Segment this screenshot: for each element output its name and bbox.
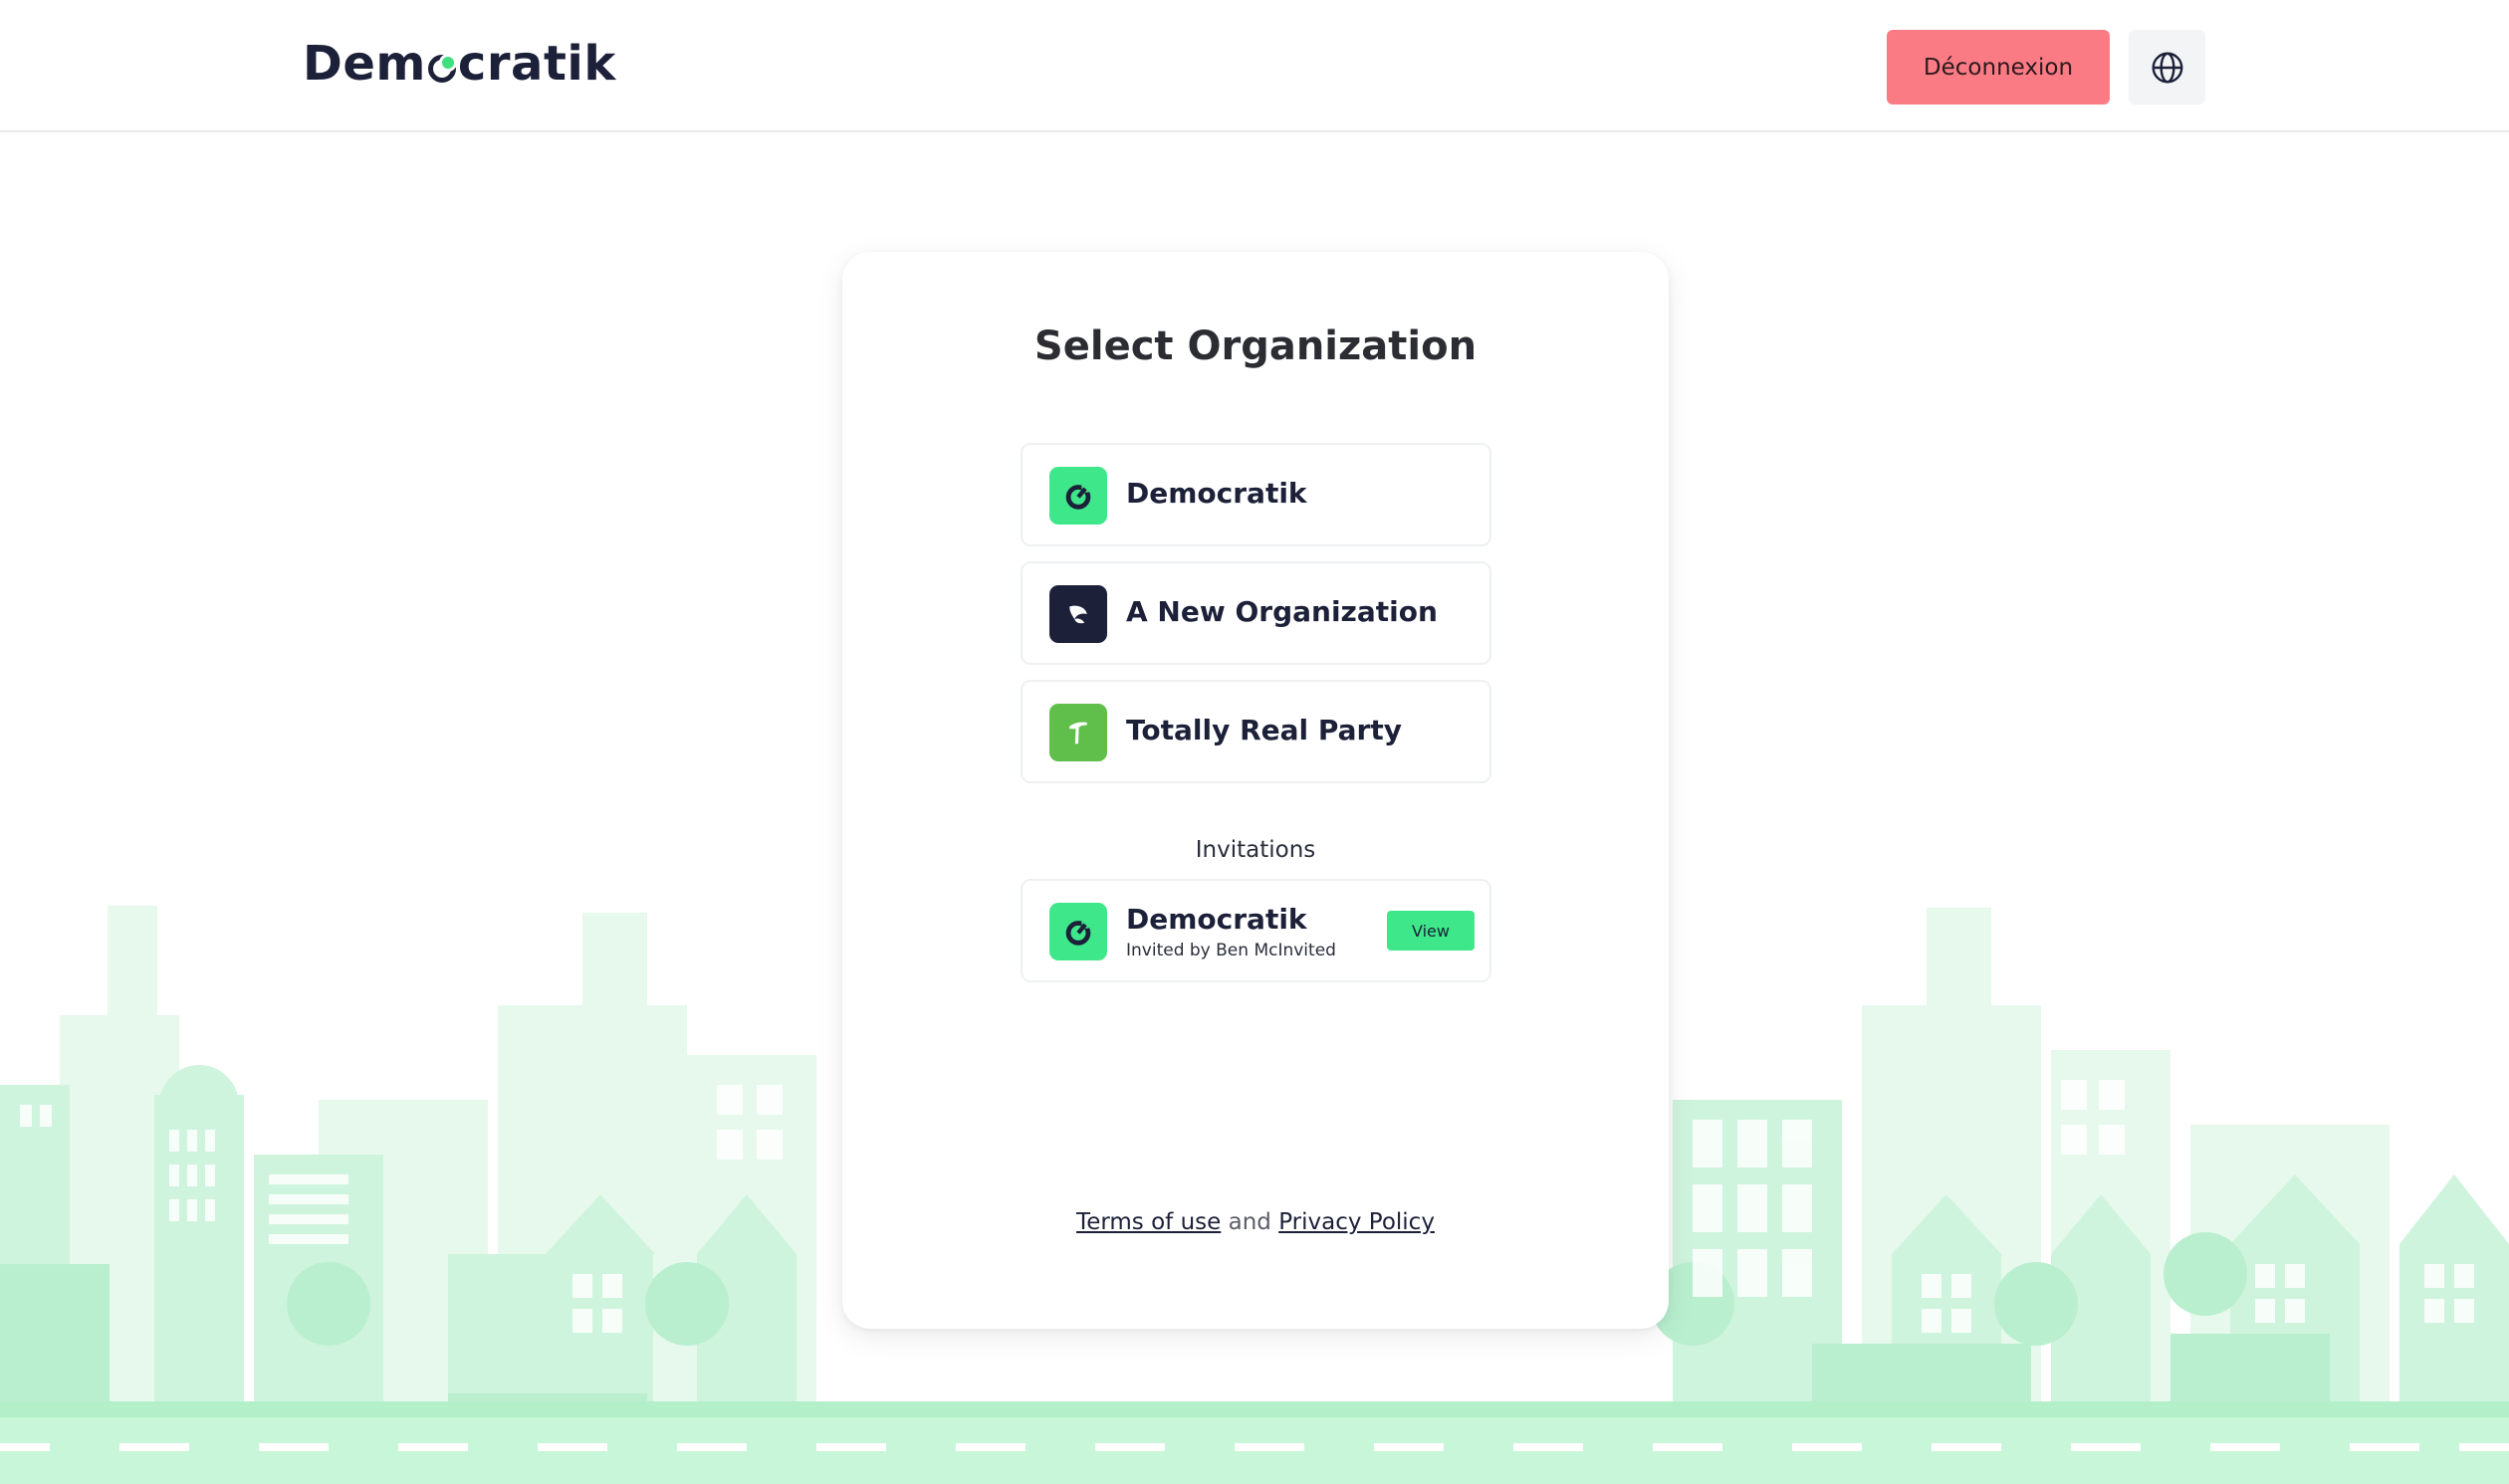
invitations-heading: Invitations [1195,837,1316,863]
democratik-logo-icon [1049,903,1107,960]
select-organization-card: Select Organization Democratik A New Org… [842,252,1669,1329]
legal-links: Terms of use and Privacy Policy [842,1209,1669,1235]
democratik-logo-icon [1049,467,1107,525]
logout-button[interactable]: Déconnexion [1887,30,2110,105]
privacy-policy-link[interactable]: Privacy Policy [1278,1209,1435,1235]
logo-o-mark [427,54,457,83]
org-item-totally-real-party[interactable]: Totally Real Party [1021,680,1491,783]
org-name: Totally Real Party [1126,714,1402,746]
invitation-org-name: Democratik [1126,903,1307,936]
terms-of-use-link[interactable]: Terms of use [1076,1209,1221,1235]
org-name: Democratik [1126,477,1307,510]
language-button[interactable] [2129,30,2205,105]
view-invitation-button[interactable]: View [1387,911,1475,951]
invitation-item-democratik: Democratik Invited by Ben McInvited View [1021,879,1491,982]
globe-icon [2152,52,2182,83]
org-item-democratik[interactable]: Democratik [1021,443,1491,546]
democratik-logo[interactable]: Dem cratik [303,34,616,94]
logo-text-start: Dem [303,36,426,92]
flag-t-logo-icon [1049,704,1107,761]
org-name: A New Organization [1126,595,1438,628]
top-navbar: Dem cratik Déconnexion [0,0,2509,132]
org-item-a-new-organization[interactable]: A New Organization [1021,561,1491,665]
invitation-subtitle: Invited by Ben McInvited [1126,941,1336,960]
legal-and-text: and [1228,1209,1271,1235]
leaf-logo-icon [1049,585,1107,643]
logo-text-end: cratik [457,36,616,92]
card-title: Select Organization [1033,323,1478,369]
